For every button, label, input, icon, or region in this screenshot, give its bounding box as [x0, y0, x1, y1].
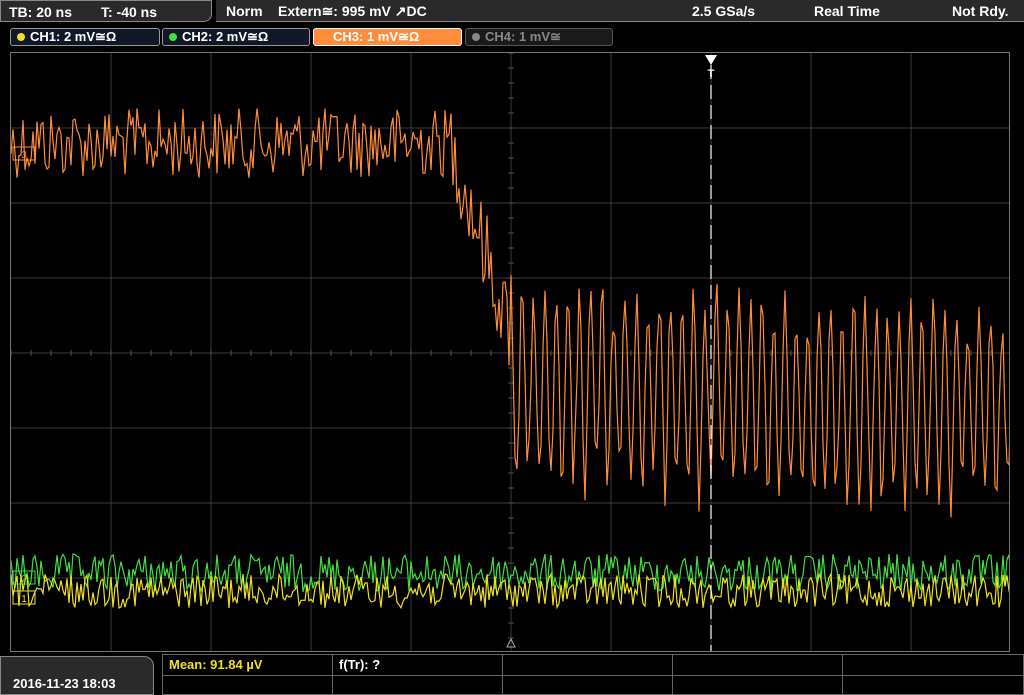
measurement-cell-empty-5[interactable] [333, 675, 503, 695]
trigger-marker-label: T [708, 68, 715, 80]
measurement-cell-empty-2[interactable] [673, 655, 843, 675]
trigger-source: Extern≅: 995 mV ↗DC [278, 3, 427, 19]
waveform-svg: T 3 2 1 [11, 53, 1009, 651]
ftr-measurement: f(Tr): ? [339, 657, 381, 672]
channel-4-button[interactable]: CH4: 1 mV≅ [465, 28, 613, 46]
measurement-cell-empty-3[interactable] [843, 655, 1024, 675]
channel-3-button[interactable]: CH3: 1 mV≅Ω [313, 28, 462, 46]
ch2-dot-icon [169, 33, 177, 41]
sample-rate: 2.5 GSa/s [692, 3, 756, 19]
datetime-label: 2016-11-23 18:03 [13, 676, 116, 691]
top-bar: TB: 20 ns T: -40 ns Norm Extern≅: 995 mV… [0, 0, 1024, 24]
trigger-mode: Norm [226, 3, 263, 19]
mean-measurement: Mean: 91.84 µV [169, 657, 263, 672]
trigger-arrow-icon[interactable] [705, 55, 717, 65]
timebase-label: TB: 20 ns [9, 4, 73, 20]
channel-2-button[interactable]: CH2: 2 mV≅Ω [162, 28, 310, 46]
channel-1-button[interactable]: CH1: 2 mV≅Ω [10, 28, 160, 46]
ch3-dot-icon [320, 33, 328, 41]
timebase-box[interactable]: TB: 20 ns T: -40 ns [0, 0, 212, 22]
measurement-cell-empty-6[interactable] [503, 675, 673, 695]
ch1-dot-icon [17, 33, 25, 41]
measurement-cell-empty-4[interactable] [163, 675, 333, 695]
trigger-position-label: T: -40 ns [101, 4, 158, 20]
ch1-label: CH1: 2 mV≅Ω [30, 29, 117, 44]
waveform-display[interactable]: T 3 2 1 [10, 52, 1010, 652]
ch1-level-label: 1 [21, 594, 27, 605]
measurement-cell-empty-8[interactable] [843, 675, 1024, 695]
channel-row: CH1: 2 mV≅Ω CH2: 2 mV≅Ω CH3: 1 mV≅Ω CH4:… [0, 26, 1024, 48]
ch3-level-label: 3 [21, 150, 27, 161]
measurement-cell-mean[interactable]: Mean: 91.84 µV [163, 655, 333, 675]
measurement-cell-empty-7[interactable] [673, 675, 843, 695]
trigger-status-bar[interactable]: Norm Extern≅: 995 mV ↗DC 2.5 GSa/s Real … [216, 0, 1024, 22]
ch4-label: CH4: 1 mV≅ [485, 29, 561, 44]
acquisition-status: Not Rdy. [952, 3, 1009, 19]
ch4-dot-icon [472, 33, 480, 41]
measurement-cell-ftr[interactable]: f(Tr): ? [333, 655, 503, 675]
measurement-cell-empty-1[interactable] [503, 655, 673, 675]
measurement-panel[interactable]: Mean: 91.84 µV f(Tr): ? [162, 654, 1024, 695]
bottom-bar: 2016-11-23 18:03 Mean: 91.84 µV f(Tr): ? [0, 654, 1024, 695]
datetime-box: 2016-11-23 18:03 [0, 656, 154, 695]
ch3-label: CH3: 1 mV≅Ω [333, 29, 420, 44]
acquisition-mode: Real Time [814, 3, 880, 19]
ch2-label: CH2: 2 mV≅Ω [182, 29, 269, 44]
ch2-level-label: 2 [21, 574, 27, 585]
